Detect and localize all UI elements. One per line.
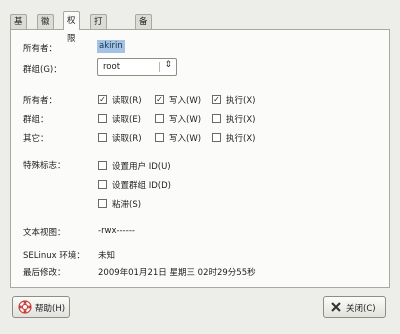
lifebuoy-icon [18,300,32,314]
owner-write-label: 写入(W) [169,96,202,106]
owner-exec-checkbox[interactable]: ✓ [212,95,221,104]
group-combo-value: root [103,62,121,72]
selinux-value: 未知 [98,251,116,261]
setgid-checkbox[interactable] [98,180,107,189]
close-x-icon [331,302,341,312]
text-view-value: -rwx------ [98,226,135,236]
help-button[interactable]: 帮助(H) [12,296,70,318]
combo-separator [159,62,160,72]
last-changed-label: 最后修改： [23,268,66,278]
owner-read-label: 读取(R) [112,96,142,106]
others-exec-checkbox[interactable] [212,133,221,142]
sticky-checkbox[interactable] [98,199,107,208]
group-read-label: 读取(E) [112,115,142,125]
tab-notes[interactable]: 备注 [135,14,152,42]
tab-permissions[interactable]: 权限 [63,11,80,44]
special-flags-label: 特殊标志： [23,161,66,171]
sticky-label: 粘滞(S) [112,200,142,210]
others-read-checkbox[interactable] [98,133,107,142]
permissions-panel: 所有者： akirin 群组(G)： root ⇕ 所有者： ✓ 读取(R) ✓… [10,29,390,288]
owner-read-checkbox[interactable]: ✓ [98,95,107,104]
group-label: 群组(G)： [23,65,62,75]
tab-emblems[interactable]: 徽标 [37,14,54,42]
owner-value[interactable]: akirin [97,40,125,53]
group-exec-checkbox[interactable] [212,114,221,123]
group-write-checkbox[interactable] [155,114,164,123]
others-exec-label: 执行(X) [226,134,256,144]
last-changed-value: 2009年01月21日 星期三 02时29分55秒 [98,268,256,278]
owner-label: 所有者： [23,44,58,54]
close-button[interactable]: 关闭(C) [323,296,386,318]
text-view-label: 文本视图： [23,228,66,238]
close-button-label: 关闭(C) [346,304,376,314]
up-down-arrows-icon: ⇕ [164,60,172,70]
owner-write-checkbox[interactable]: ✓ [155,95,164,104]
others-read-label: 读取(R) [112,134,142,144]
group-combo[interactable]: root ⇕ [97,58,177,76]
tab-basic[interactable]: 基本 [10,14,27,42]
perm-others-label: 其它： [23,134,49,144]
group-read-checkbox[interactable] [98,114,107,123]
perm-group-label: 群组： [23,115,49,125]
tab-open-with[interactable]: 打开方式 [90,14,107,72]
others-write-checkbox[interactable] [155,133,164,142]
setgid-label: 设置群组 ID(D) [112,181,171,191]
perm-owner-label: 所有者： [23,96,58,106]
group-exec-label: 执行(X) [226,115,256,125]
setuid-checkbox[interactable] [98,161,107,170]
setuid-label: 设置用户 ID(U) [112,162,171,172]
group-write-label: 写入(W) [169,115,202,125]
help-button-label: 帮助(H) [35,304,66,314]
selinux-label: SELinux 环境： [23,251,85,261]
others-write-label: 写入(W) [169,134,202,144]
owner-exec-label: 执行(X) [226,96,256,106]
